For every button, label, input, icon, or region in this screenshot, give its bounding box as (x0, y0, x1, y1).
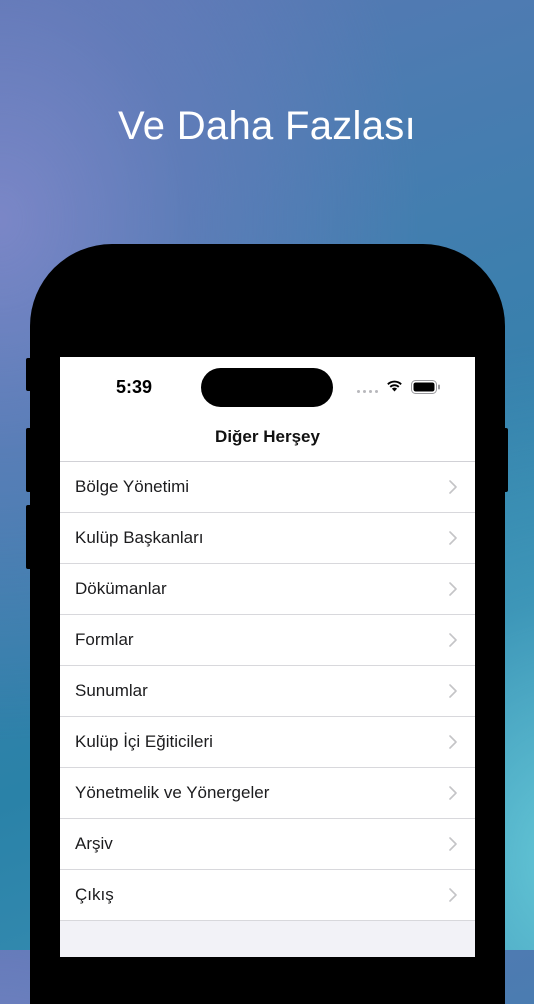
menu-item-kulup-ici-egiticileri[interactable]: Kulüp İçi Eğiticileri (60, 717, 475, 768)
chevron-right-icon (449, 735, 457, 749)
menu-item-label: Dökümanlar (75, 579, 167, 598)
menu-item-yonetmelik-ve-yonergeler[interactable]: Yönetmelik ve Yönergeler (60, 768, 475, 819)
app-screen: 5:39 Diğer Herşey Bölge Yönetimi Kulüp B… (60, 357, 475, 957)
power-button (502, 428, 508, 492)
nav-title: Diğer Herşey (215, 427, 320, 446)
navigation-bar: Diğer Herşey (60, 419, 475, 462)
menu-item-label: Formlar (75, 630, 134, 649)
chevron-right-icon (449, 480, 457, 494)
chevron-right-icon (449, 582, 457, 596)
mute-switch (26, 358, 32, 391)
wifi-icon (387, 380, 402, 392)
menu-item-sunumlar[interactable]: Sunumlar (60, 666, 475, 717)
dynamic-island (201, 368, 333, 407)
promo-headline: Ve Daha Fazlası (118, 104, 416, 148)
chevron-right-icon (449, 786, 457, 800)
menu-list: Bölge Yönetimi Kulüp Başkanları Dökümanl… (60, 462, 475, 921)
menu-item-label: Sunumlar (75, 681, 148, 700)
volume-down-button (26, 505, 32, 569)
menu-item-formlar[interactable]: Formlar (60, 615, 475, 666)
menu-item-label: Yönetmelik ve Yönergeler (75, 783, 270, 802)
volume-up-button (26, 428, 32, 492)
cellular-signal-icon (357, 390, 378, 393)
menu-item-label: Bölge Yönetimi (75, 477, 190, 496)
menu-item-cikis[interactable]: Çıkış (60, 870, 475, 921)
chevron-right-icon (449, 684, 457, 698)
chevron-right-icon (449, 633, 457, 647)
menu-item-kulup-baskanlari[interactable]: Kulüp Başkanları (60, 513, 475, 564)
menu-item-arsiv[interactable]: Arşiv (60, 819, 475, 870)
status-bar: 5:39 (60, 357, 475, 419)
chevron-right-icon (449, 888, 457, 902)
menu-item-bolge-yonetimi[interactable]: Bölge Yönetimi (60, 462, 475, 513)
menu-item-dokumanlar[interactable]: Dökümanlar (60, 564, 475, 615)
menu-item-label: Kulüp İçi Eğiticileri (75, 732, 213, 751)
chevron-right-icon (449, 837, 457, 851)
chevron-right-icon (449, 531, 457, 545)
menu-item-label: Arşiv (75, 834, 113, 853)
battery-icon (411, 380, 440, 394)
status-time: 5:39 (116, 377, 153, 397)
menu-item-label: Çıkış (75, 885, 114, 904)
menu-item-label: Kulüp Başkanları (75, 528, 204, 547)
